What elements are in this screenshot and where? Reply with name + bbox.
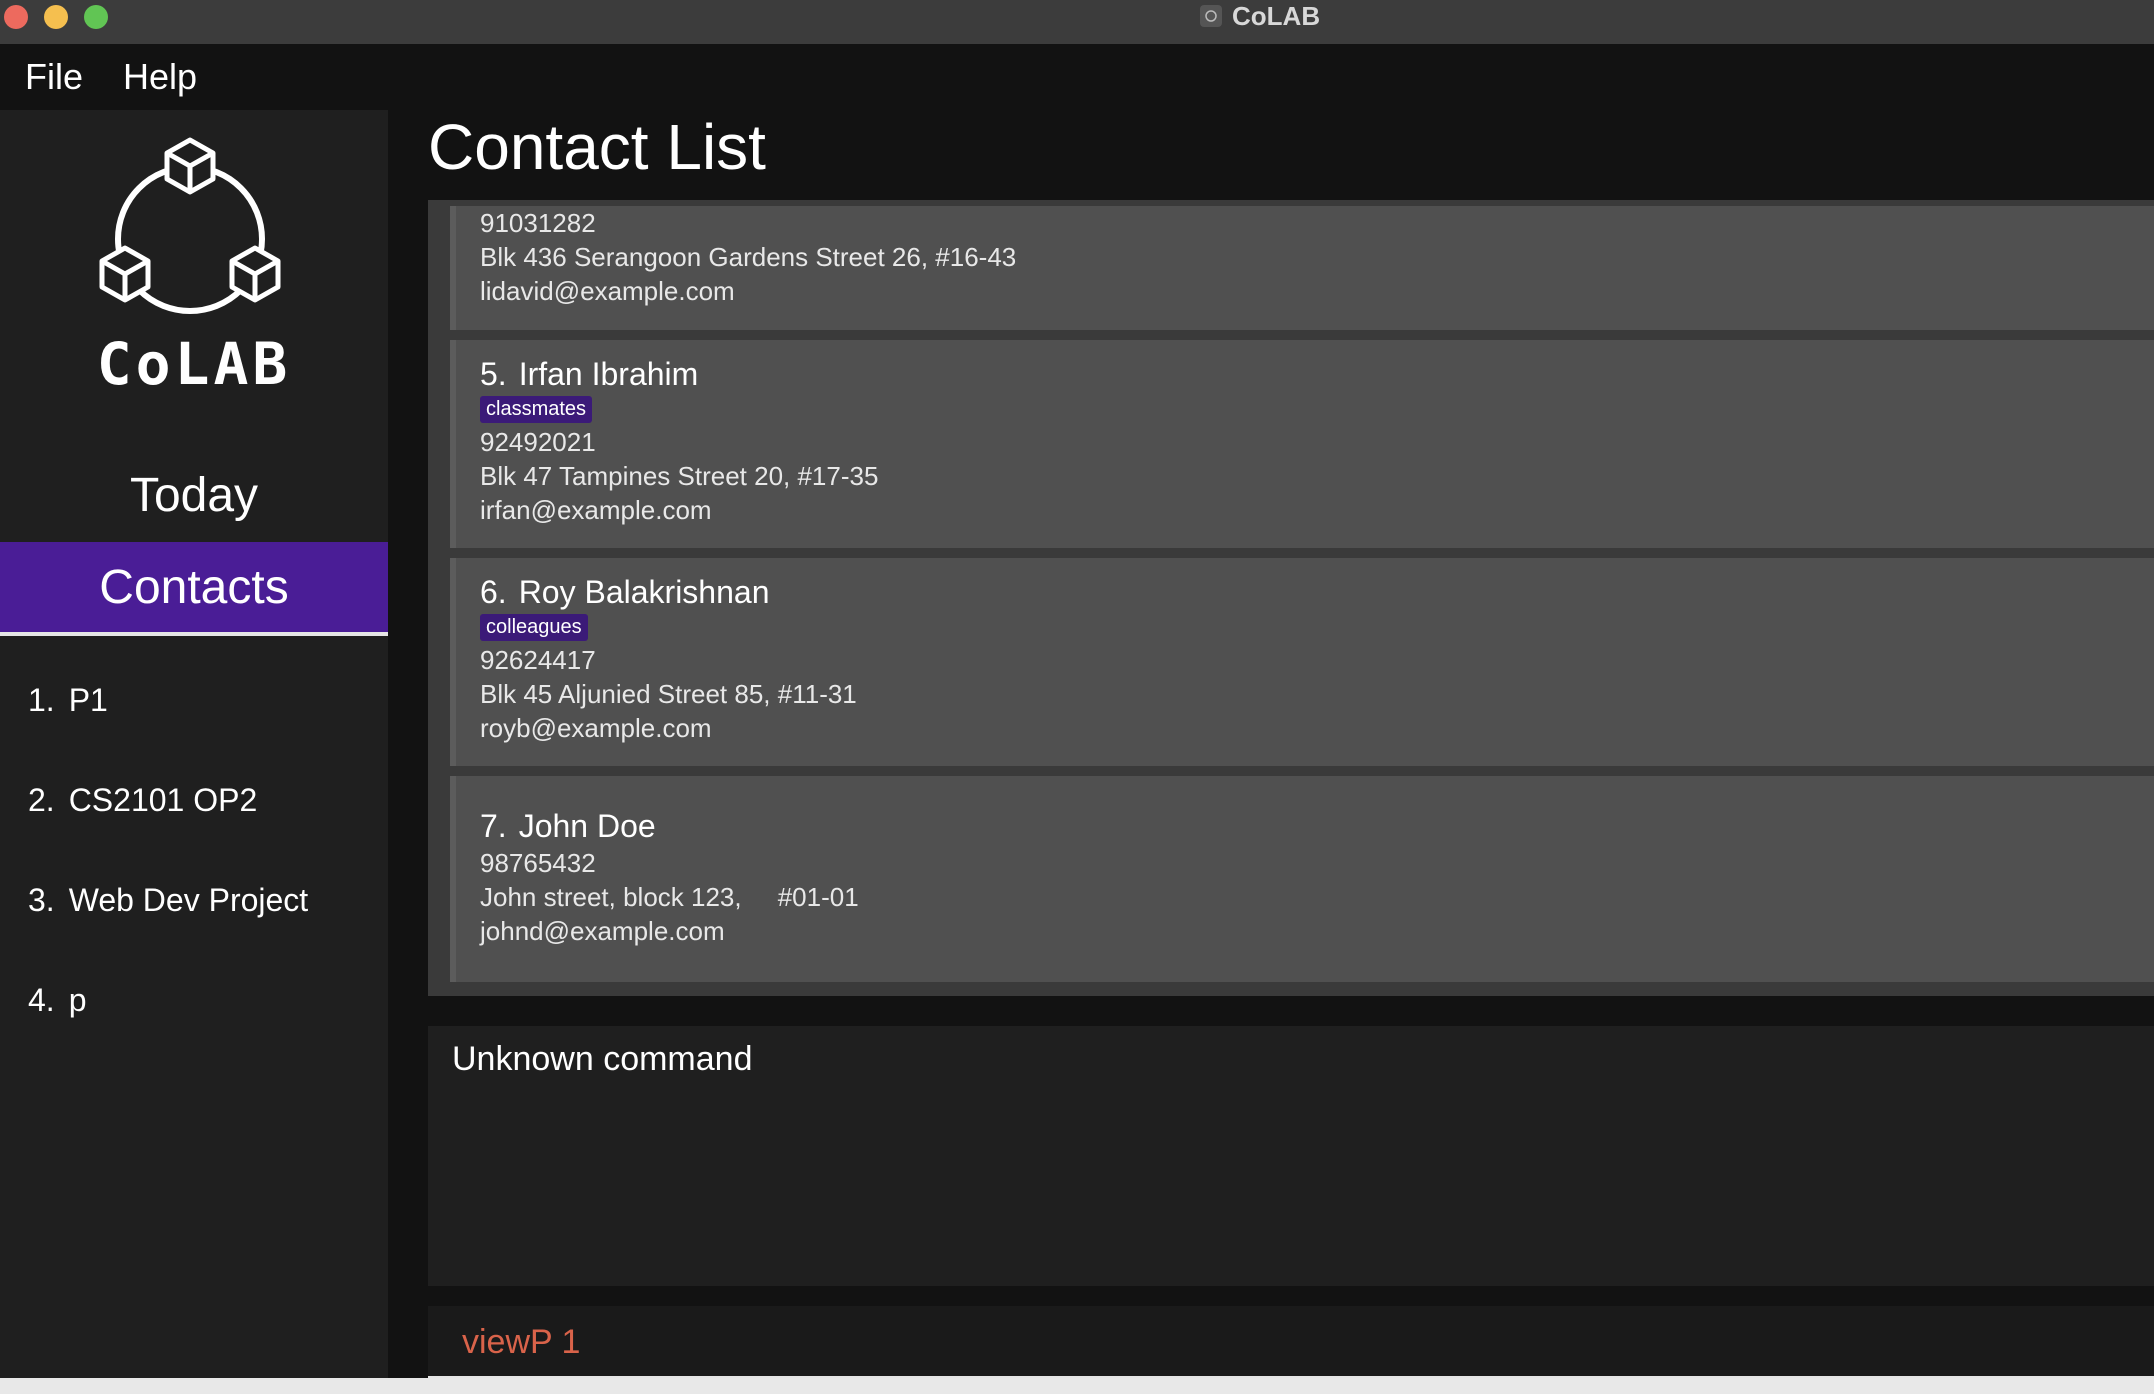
contact-address: Blk 45 Aljunied Street 85, #11-31 <box>480 679 857 709</box>
contact-name: 5. Irfan Ibrahim <box>480 354 2154 394</box>
brand-name: CoLAB <box>96 330 292 398</box>
contact-email: irfan@example.com <box>480 495 712 525</box>
menu-bar: File Help <box>0 44 2154 110</box>
project-item[interactable]: 2. CS2101 OP2 <box>0 750 388 850</box>
project-name: CS2101 OP2 <box>68 781 258 818</box>
contact-phone: 92492021 <box>480 427 596 457</box>
colab-logo-icon <box>99 137 281 314</box>
command-box[interactable] <box>428 1306 2154 1379</box>
contact-index: 5. <box>480 356 507 392</box>
command-input[interactable] <box>460 1316 2064 1368</box>
page-title: Contact List <box>428 111 766 183</box>
contact-card[interactable]: 91031282 Blk 436 Serangoon Gardens Stree… <box>450 206 2154 330</box>
maximize-window-button[interactable] <box>84 5 108 29</box>
window-titlebar: CoLAB <box>0 0 2154 45</box>
minimize-window-button[interactable] <box>44 5 68 29</box>
contact-name-text: John Doe <box>518 808 656 844</box>
menu-help[interactable]: Help <box>123 56 197 98</box>
nav-today[interactable]: Today <box>0 455 388 535</box>
project-index: 4. <box>28 981 55 1018</box>
contact-index: 7. <box>480 808 507 844</box>
project-item[interactable]: 3. Web Dev Project <box>0 850 388 950</box>
contact-card[interactable]: 6. Roy Balakrishnan colleagues 92624417 B… <box>450 558 2154 766</box>
contact-address: Blk 436 Serangoon Gardens Street 26, #16… <box>480 242 1017 272</box>
contact-card[interactable]: 7. John Doe 98765432 John street, block 1… <box>450 776 2154 982</box>
project-item[interactable]: 4. p <box>0 950 388 1050</box>
project-index: 2. <box>28 781 55 818</box>
status-bar <box>0 1378 2154 1394</box>
contact-index: 6. <box>480 574 507 610</box>
contact-phone: 92624417 <box>480 645 596 675</box>
contact-phone: 98765432 <box>480 848 596 878</box>
contact-tag: colleagues <box>480 614 588 641</box>
project-name: P1 <box>68 681 108 718</box>
window-title: CoLAB <box>1232 0 1321 31</box>
result-message: Unknown command <box>452 1040 753 1078</box>
menu-file[interactable]: File <box>25 56 83 98</box>
contact-name: 7. John Doe <box>480 806 2154 846</box>
close-window-button[interactable] <box>4 5 28 29</box>
contact-email: royb@example.com <box>480 713 712 743</box>
contact-email: lidavid@example.com <box>480 276 735 306</box>
contact-card[interactable]: 5. Irfan Ibrahim classmates 92492021 Blk … <box>450 340 2154 548</box>
project-item[interactable]: 1. P1 <box>0 650 388 750</box>
contact-name: 6. Roy Balakrishnan <box>480 572 2154 612</box>
project-list: 1. P1 2. CS2101 OP2 3. Web Dev Project 4… <box>0 650 388 1050</box>
sidebar: CoLAB Today Contacts 1. P1 2. CS2101 OP2… <box>0 110 388 1380</box>
nav-contacts[interactable]: Contacts <box>0 542 388 636</box>
project-name: Web Dev Project <box>68 881 309 918</box>
project-index: 1. <box>28 681 55 718</box>
result-display: Unknown command <box>428 1026 2154 1286</box>
titlebar-center: CoLAB <box>1200 0 1320 32</box>
contact-tag: classmates <box>480 396 593 423</box>
project-name: p <box>68 981 87 1018</box>
contact-address: Blk 47 Tampines Street 20, #17-35 <box>480 461 879 491</box>
contact-address: John street, block 123, #01-01 <box>480 882 859 912</box>
project-index: 3. <box>28 881 55 918</box>
contact-list[interactable]: 91031282 Blk 436 Serangoon Gardens Stree… <box>428 200 2154 996</box>
contact-name-text: Irfan Ibrahim <box>518 356 699 392</box>
contact-name-text: Roy Balakrishnan <box>518 574 770 610</box>
contact-email: johnd@example.com <box>480 916 725 946</box>
contact-phone: 91031282 <box>480 208 596 238</box>
app-icon <box>1200 5 1222 27</box>
